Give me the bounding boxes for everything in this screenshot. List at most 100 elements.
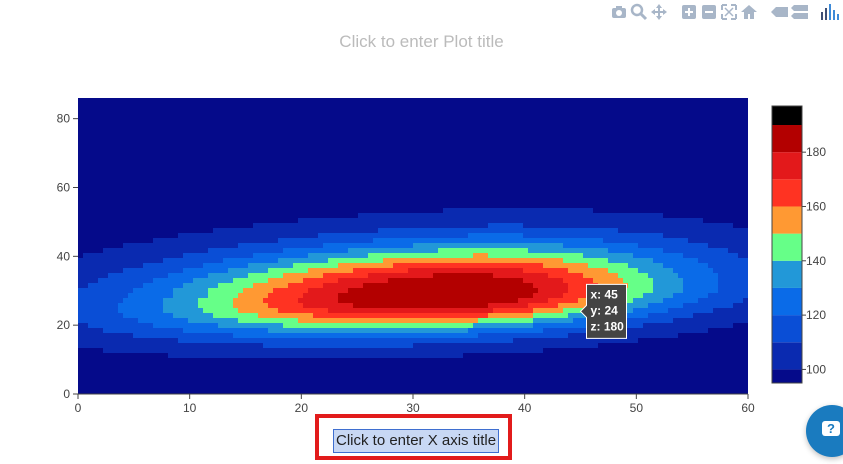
contour-cell — [333, 183, 339, 189]
contour-cell — [513, 263, 519, 269]
contour-cell — [188, 113, 194, 119]
contour-cell — [333, 128, 339, 134]
contour-cell — [743, 193, 748, 199]
contour-cell — [283, 103, 289, 109]
contour-cell — [433, 193, 439, 199]
contour-cell — [728, 178, 734, 184]
contour-cell — [473, 168, 479, 174]
contour-cell — [388, 128, 394, 134]
contour-cell — [78, 193, 84, 199]
contour-cell — [153, 268, 159, 274]
contour-cell — [673, 238, 679, 244]
contour-cell — [393, 138, 399, 144]
contour-cell — [613, 203, 619, 209]
contour-cell — [533, 198, 539, 204]
contour-cell — [403, 108, 409, 114]
contour-cell — [633, 273, 639, 279]
contour-cell — [508, 243, 514, 249]
contour-cell — [518, 243, 524, 249]
contour-cell — [378, 133, 384, 139]
contour-fill[interactable] — [78, 98, 749, 399]
contour-cell — [623, 128, 629, 134]
contour-cell — [488, 253, 494, 259]
contour-cell — [88, 198, 94, 204]
contour-cell — [148, 213, 154, 219]
contour-cell — [578, 238, 584, 244]
contour-cell — [373, 278, 379, 284]
contour-cell — [78, 233, 84, 239]
contour-cell — [363, 213, 369, 219]
contour-cell — [678, 258, 684, 264]
contour-cell — [323, 163, 329, 169]
contour-cell — [213, 108, 219, 114]
contour-cell — [588, 203, 594, 209]
contour-cell — [428, 103, 434, 109]
contour-cell — [523, 153, 529, 159]
contour-cell — [393, 153, 399, 159]
contour-cell — [298, 153, 304, 159]
contour-cell — [418, 98, 424, 104]
contour-cell — [223, 188, 229, 194]
contour-cell — [348, 278, 354, 284]
contour-cell — [528, 103, 534, 109]
contour-cell — [108, 173, 114, 179]
contour-cell — [378, 148, 384, 154]
plot-area[interactable] — [78, 98, 749, 399]
contour-cell — [663, 198, 669, 204]
contour-cell — [668, 128, 674, 134]
contour-cell — [448, 278, 454, 284]
contour-cell — [113, 113, 119, 119]
contour-cell — [503, 183, 509, 189]
contour-cell — [663, 148, 669, 154]
contour-cell — [288, 233, 294, 239]
contour-cell — [528, 218, 534, 224]
contour-cell — [708, 163, 714, 169]
contour-cell — [743, 243, 748, 249]
contour-cell — [493, 263, 499, 269]
contour-cell — [428, 178, 434, 184]
contour-cell — [678, 178, 684, 184]
contour-cell — [543, 243, 549, 249]
contour-cell — [368, 233, 374, 239]
contour-cell — [453, 103, 459, 109]
contour-cell — [248, 113, 254, 119]
contour-cell — [308, 268, 314, 274]
contour-cell — [138, 178, 144, 184]
contour-cell — [183, 153, 189, 159]
contour-cell — [418, 233, 424, 239]
contour-cell — [113, 193, 119, 199]
contour-cell — [408, 123, 414, 129]
contour-cell — [108, 188, 114, 194]
contour-cell — [523, 173, 529, 179]
contour-cell — [473, 268, 479, 274]
contour-cell — [338, 178, 344, 184]
contour-cell — [288, 183, 294, 189]
contour-cell — [523, 118, 529, 124]
contour-cell — [703, 103, 709, 109]
contour-cell — [173, 128, 179, 134]
contour-cell — [208, 188, 214, 194]
contour-cell — [448, 203, 454, 209]
contour-cell — [403, 113, 409, 119]
contour-cell — [268, 103, 274, 109]
contour-cell — [193, 223, 199, 229]
contour-cell — [188, 133, 194, 139]
contour-cell — [718, 238, 724, 244]
contour-cell — [513, 163, 519, 169]
contour-cell — [193, 253, 199, 259]
contour-cell — [223, 233, 229, 239]
contour-cell — [663, 123, 669, 129]
contour-cell — [343, 113, 349, 119]
contour-cell — [348, 238, 354, 244]
contour-cell — [603, 198, 609, 204]
contour-cell — [708, 113, 714, 119]
contour-cell — [363, 148, 369, 154]
contour-cell — [408, 148, 414, 154]
contour-cell — [173, 168, 179, 174]
contour-cell — [583, 128, 589, 134]
contour-cell — [503, 218, 509, 224]
contour-cell — [573, 218, 579, 224]
contour-cell — [693, 143, 699, 149]
contour-cell — [193, 133, 199, 139]
contour-cell — [413, 148, 419, 154]
